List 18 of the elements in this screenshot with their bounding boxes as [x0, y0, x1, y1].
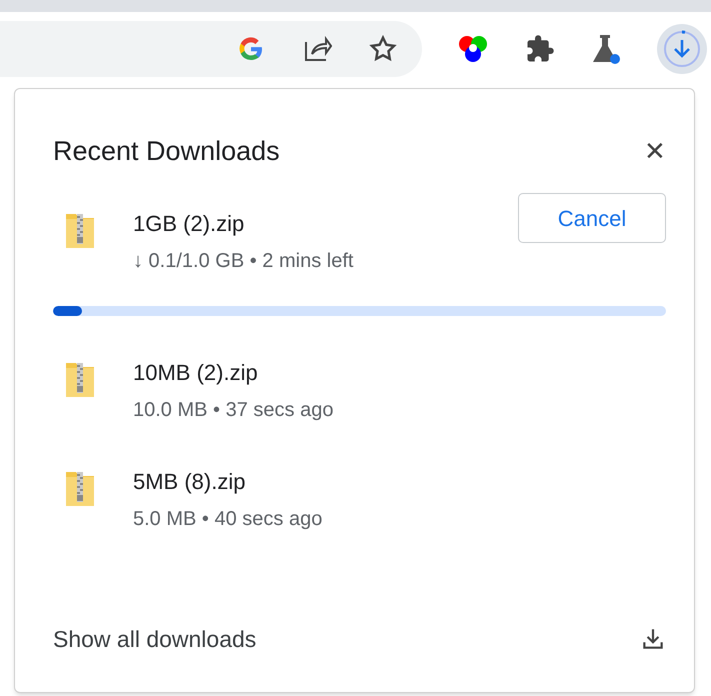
zip-file-icon [65, 469, 95, 507]
zip-file-icon [65, 360, 95, 398]
zip-file-icon [65, 211, 95, 249]
panel-title: Recent Downloads [53, 134, 280, 168]
cancel-button[interactable]: Cancel [518, 193, 666, 243]
puzzle-icon[interactable] [525, 34, 555, 64]
download-status: 5.0 MB • 40 secs ago [133, 507, 324, 532]
share-icon[interactable] [302, 34, 332, 64]
close-button[interactable]: ✕ [644, 138, 666, 164]
color-extension-icon[interactable] [457, 33, 489, 65]
star-icon[interactable] [368, 34, 398, 64]
file-name[interactable]: 5MB (8).zip [133, 465, 682, 498]
download-status: ↓ 0.1/1.0 GB • 2 mins left [133, 249, 354, 274]
download-status: 10.0 MB • 37 secs ago [133, 398, 334, 423]
show-all-downloads-link[interactable]: Show all downloads [53, 622, 256, 656]
file-name[interactable]: 10MB (2).zip [133, 356, 682, 389]
flask-icon[interactable] [591, 33, 621, 65]
file-name[interactable]: 1GB (2).zip [133, 207, 518, 240]
